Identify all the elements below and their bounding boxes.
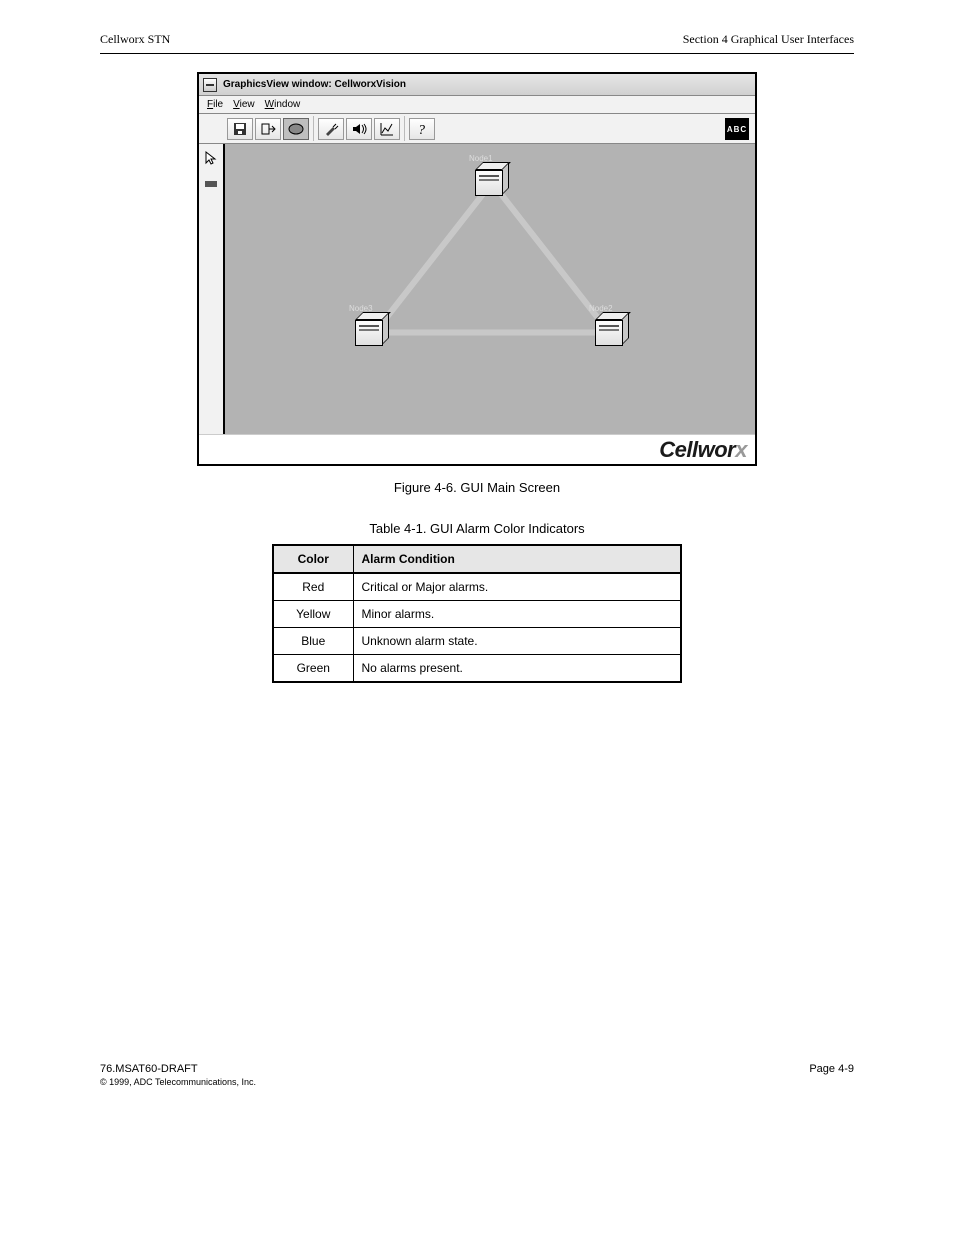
statusbar: Cellworx — [199, 434, 755, 464]
node-label: Node3 — [349, 304, 373, 313]
save-icon[interactable] — [227, 118, 253, 140]
flashlight-icon[interactable] — [318, 118, 344, 140]
window-title: GraphicsView window: CellworxVision — [223, 79, 406, 90]
table-cell: No alarms present. — [353, 655, 681, 683]
system-menu-icon[interactable] — [203, 78, 217, 92]
node-label: Node2 — [589, 304, 613, 313]
table-row: Yellow Minor alarms. — [273, 601, 681, 628]
tool-palette — [199, 144, 225, 434]
link-node3-node2[interactable] — [375, 330, 615, 335]
toolbar-separator — [404, 116, 405, 141]
abc-icon[interactable]: ABC — [725, 118, 749, 140]
page-footer: 76.MSAT60-DRAFT Page 4-9 © 1999, ADC Tel… — [100, 1063, 854, 1087]
highlight-icon[interactable] — [283, 118, 309, 140]
menu-file[interactable]: File — [207, 99, 223, 110]
workspace: Node1 Node3 Node2 — [199, 144, 755, 434]
footer-page-num: Page 4-9 — [809, 1063, 854, 1075]
alarm-color-table: Color Alarm Condition Red Critical or Ma… — [272, 544, 682, 683]
node-label: Node1 — [469, 154, 493, 163]
table-cell: Blue — [273, 628, 353, 655]
brand-logo: Cellworx — [659, 437, 747, 463]
table-cell: Critical or Major alarms. — [353, 573, 681, 601]
table-caption: Table 4-1. GUI Alarm Color Indicators — [100, 521, 854, 536]
svg-text:?: ? — [418, 123, 425, 137]
window-titlebar[interactable]: GraphicsView window: CellworxVision — [199, 74, 755, 96]
login-icon[interactable] — [255, 118, 281, 140]
table-cell: Red — [273, 573, 353, 601]
table-cell: Minor alarms. — [353, 601, 681, 628]
toolbar-separator — [313, 116, 314, 141]
menu-window[interactable]: Window — [265, 99, 301, 110]
running-header: Cellworx STN Section 4 Graphical User In… — [100, 32, 854, 54]
pointer-tool-icon[interactable] — [201, 148, 221, 168]
sound-icon[interactable] — [346, 118, 372, 140]
table-row: Red Critical or Major alarms. — [273, 573, 681, 601]
table-cell: Yellow — [273, 601, 353, 628]
table-row: Green No alarms present. — [273, 655, 681, 683]
table-header: Alarm Condition — [353, 545, 681, 573]
device-tool-icon[interactable] — [201, 174, 221, 194]
footer-copyright: © 1999, ADC Telecommunications, Inc. — [100, 1077, 854, 1087]
topology-node[interactable] — [595, 312, 629, 346]
toolbar: ? ABC — [199, 114, 755, 144]
table-header: Color — [273, 545, 353, 573]
header-right: Section 4 Graphical User Interfaces — [683, 32, 854, 47]
topology-canvas[interactable]: Node1 Node3 Node2 — [225, 144, 755, 434]
figure-caption: Figure 4-6. GUI Main Screen — [100, 480, 854, 495]
menubar: File View Window — [199, 96, 755, 114]
table-header-row: Color Alarm Condition — [273, 545, 681, 573]
topology-node[interactable] — [355, 312, 389, 346]
table-row: Blue Unknown alarm state. — [273, 628, 681, 655]
header-left: Cellworx STN — [100, 32, 170, 47]
table-cell: Green — [273, 655, 353, 683]
menu-view[interactable]: View — [233, 99, 255, 110]
chart-icon[interactable] — [374, 118, 400, 140]
table-cell: Unknown alarm state. — [353, 628, 681, 655]
app-window: GraphicsView window: CellworxVision File… — [197, 72, 757, 466]
help-icon[interactable]: ? — [409, 118, 435, 140]
topology-node[interactable] — [475, 162, 509, 196]
footer-doc-id: 76.MSAT60-DRAFT — [100, 1063, 198, 1075]
